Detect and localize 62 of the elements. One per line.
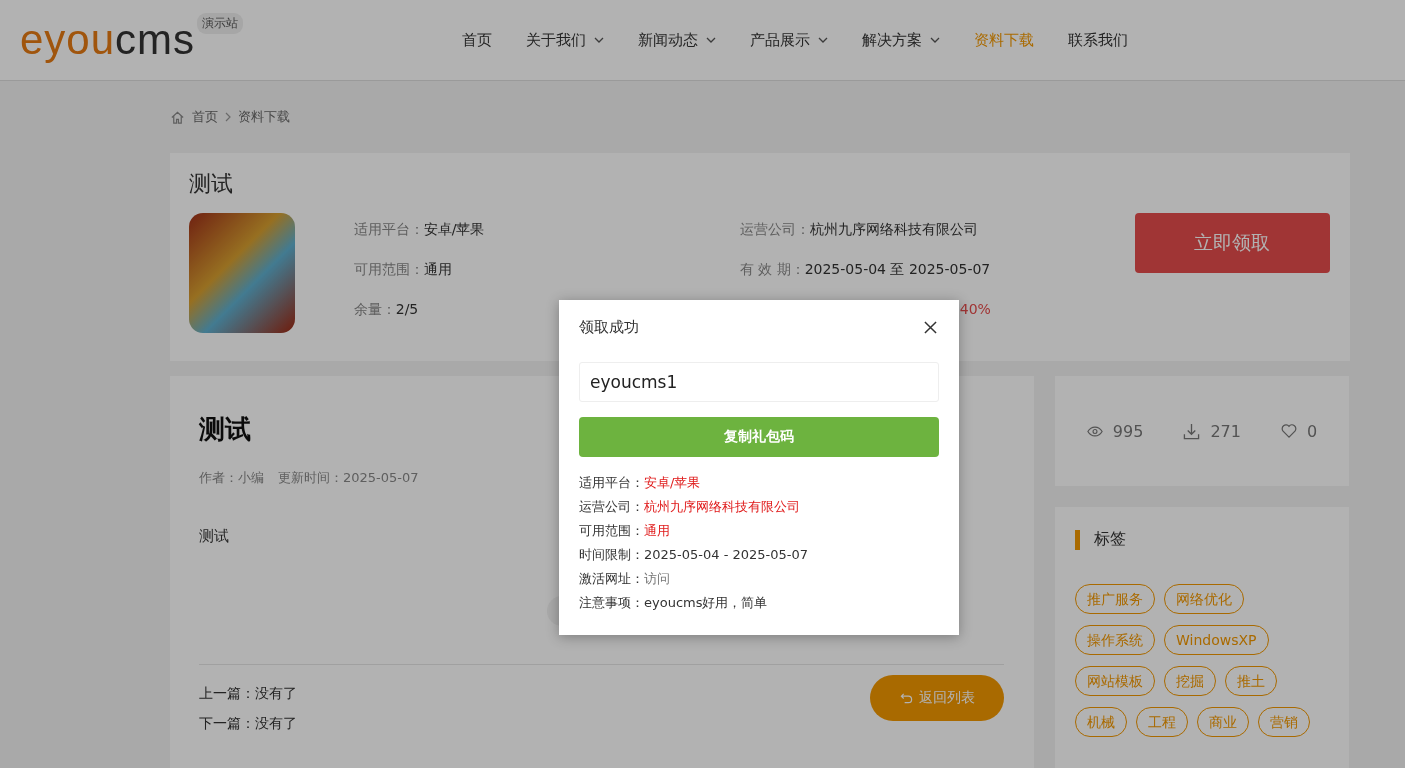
field-label: 激活网址： — [579, 571, 644, 586]
copy-code-button[interactable]: 复制礼包码 — [579, 417, 939, 457]
code-field[interactable]: eyoucms1 — [579, 362, 939, 402]
download-icon — [1183, 422, 1201, 440]
close-icon[interactable] — [924, 320, 937, 334]
home-icon — [170, 109, 185, 125]
article-body: 测试 — [199, 527, 229, 546]
return-icon — [899, 691, 913, 705]
chevron-icon — [225, 112, 231, 122]
field-value: 2025-05-04 至 2025-05-07 — [804, 261, 991, 277]
field-label: 余量： — [353, 301, 396, 317]
field-value: 安卓/苹果 — [644, 475, 701, 490]
prev-link[interactable]: 上一篇：没有了 — [199, 685, 297, 703]
field-value: 安卓/苹果 — [423, 221, 485, 237]
nav-link[interactable]: 关于我们 — [526, 30, 604, 50]
percent-text: 40% — [959, 301, 991, 317]
field-value: 杭州九序网络科技有限公司 — [809, 221, 978, 237]
claim-button[interactable]: 立即领取 — [1134, 213, 1330, 273]
stat-count: 271 — [1210, 421, 1241, 441]
field-value: 通用 — [423, 261, 452, 277]
stat-count: 0 — [1306, 421, 1318, 441]
site-logo[interactable]: eyoucms — [20, 19, 196, 61]
nav-link[interactable]: 资料下载 — [974, 30, 1034, 50]
field-value: 2/5 — [395, 301, 419, 317]
field-label: 时间限制： — [579, 547, 644, 562]
nav-link[interactable]: 新闻动态 — [638, 30, 716, 50]
field-value: 2025-05-04 - 2025-05-07 — [644, 547, 809, 562]
field-label: 运营公司： — [579, 499, 644, 514]
nav-link[interactable]: 解决方案 — [862, 30, 940, 50]
article-title: 测试 — [199, 413, 251, 446]
nav-link[interactable]: 首页 — [462, 30, 492, 50]
back-button[interactable]: 返回列表 — [870, 675, 1004, 721]
visit-link[interactable]: 访问 — [644, 571, 670, 586]
update-time: 更新时间：2025-05-07 — [278, 469, 419, 487]
field-value: eyoucms好用，简单 — [644, 595, 768, 610]
field-value: 通用 — [644, 523, 670, 538]
field-label: 适用平台： — [353, 221, 424, 237]
breadcrumb-link[interactable]: 资料下载 — [238, 108, 290, 126]
field-label: 可用范围： — [353, 261, 424, 277]
caret-icon — [818, 37, 828, 43]
caret-icon — [706, 37, 716, 43]
stat-count: 995 — [1112, 421, 1144, 441]
heart-icon — [1280, 424, 1297, 438]
field-label: 运营公司： — [739, 221, 810, 237]
breadcrumb-link[interactable]: 首页 — [192, 108, 218, 126]
field-label: 注意事项： — [579, 595, 644, 610]
tags-title: 标签 — [1094, 529, 1126, 550]
field-label: 有 效 期： — [739, 261, 805, 277]
eye-icon — [1086, 425, 1103, 437]
dialog-title: 领取成功 — [579, 317, 639, 337]
accent-bar — [1075, 529, 1080, 550]
gift-title: 测试 — [189, 170, 234, 198]
caret-icon — [594, 37, 604, 43]
nav-link[interactable]: 产品展示 — [750, 30, 828, 50]
author-text: 作者：小编 — [199, 469, 264, 487]
field-label: 可用范围： — [579, 523, 644, 538]
next-link[interactable]: 下一篇：没有了 — [199, 715, 297, 733]
demo-badge: 演示站 — [197, 13, 244, 34]
caret-icon — [930, 37, 940, 43]
nav-link[interactable]: 联系我们 — [1068, 30, 1128, 50]
field-label: 适用平台： — [579, 475, 644, 490]
field-value: 杭州九序网络科技有限公司 — [644, 499, 800, 514]
